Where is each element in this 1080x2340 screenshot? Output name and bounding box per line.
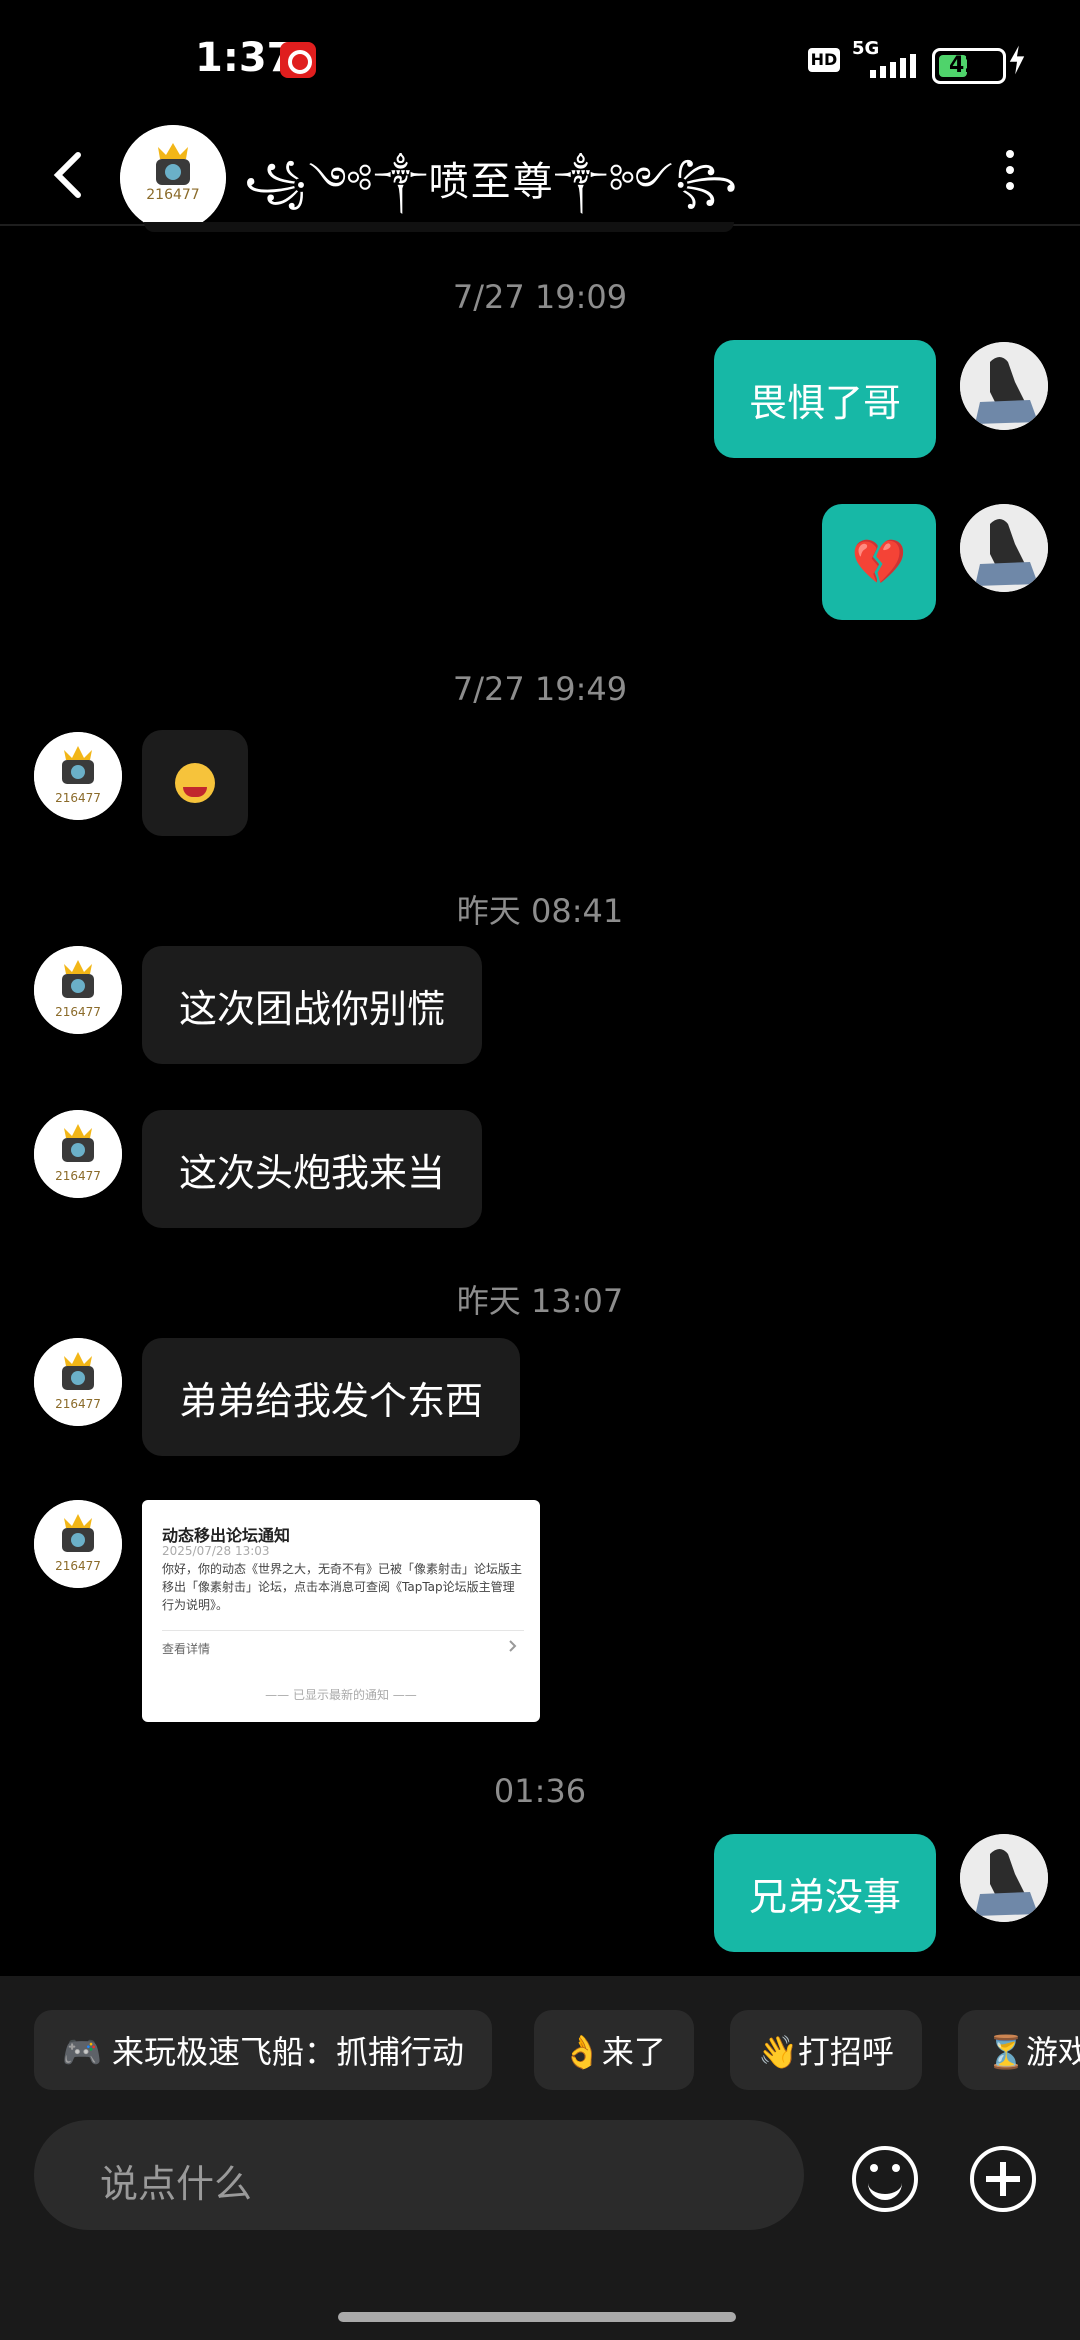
- svg-text:216477: 216477: [55, 1397, 101, 1411]
- timestamp: 7/27 19:09: [452, 278, 628, 316]
- broken-heart-icon: 💔: [851, 537, 907, 588]
- svg-text:216477: 216477: [55, 1559, 101, 1573]
- message-bubble-incoming[interactable]: [142, 730, 248, 836]
- notice-link: 查看详情: [162, 1642, 211, 1656]
- message-bubble-incoming[interactable]: 弟弟给我发个东西: [142, 1338, 520, 1456]
- notice-body: 你好，你的动态《世界之大，无奇不有》已被「像素射击」论坛版主移出「像素射击」论坛…: [162, 1562, 523, 1612]
- notice-footer: —— 已显示最新的通知 ——: [265, 1688, 417, 1702]
- notice-date: 2025/07/28 13:03: [162, 1544, 270, 1558]
- laughing-emoji-icon: [175, 763, 215, 803]
- battery-level: 42: [949, 53, 980, 78]
- quick-reply-chip[interactable]: 👌来了: [534, 2010, 694, 2090]
- timestamp: 昨天 13:07: [456, 1282, 624, 1320]
- contact-avatar[interactable]: 216477: [34, 1110, 122, 1198]
- battery-icon: 42: [932, 48, 1006, 84]
- home-indicator[interactable]: [338, 2312, 736, 2322]
- message-bubble-incoming[interactable]: 这次团战你别慌: [142, 946, 482, 1064]
- previous-message-edge: [144, 222, 734, 232]
- my-avatar[interactable]: [960, 504, 1048, 592]
- message-bubble-outgoing[interactable]: 畏惧了哥: [714, 340, 936, 458]
- more-menu-icon[interactable]: [990, 142, 1030, 202]
- chat-header: 216477 ꧁༺༒喷至尊༒༻꧂: [0, 120, 1080, 231]
- notice-title: 动态移出论坛通知: [162, 1526, 291, 1545]
- emoji-icon[interactable]: [852, 2146, 918, 2212]
- timestamp: 昨天 08:41: [456, 892, 624, 930]
- message-input[interactable]: 说点什么: [34, 2120, 804, 2230]
- quick-reply-chip[interactable]: 🎮 来玩极速飞船：抓捕行动: [34, 2010, 493, 2090]
- my-avatar[interactable]: [960, 342, 1048, 430]
- chat-title: ꧁༺༒喷至尊༒༻꧂: [244, 159, 740, 205]
- svg-text:216477: 216477: [55, 1005, 101, 1019]
- signal-icon: [870, 50, 920, 78]
- divider: [162, 1630, 524, 1631]
- message-bubble-outgoing[interactable]: 兄弟没事: [714, 1834, 936, 1952]
- netease-music-icon: [280, 42, 316, 78]
- input-placeholder: 说点什么: [100, 2162, 253, 2206]
- svg-text:216477: 216477: [55, 1169, 101, 1183]
- contact-avatar[interactable]: 216477: [34, 1500, 122, 1588]
- contact-avatar[interactable]: 216477: [34, 732, 122, 820]
- image-message-notice[interactable]: 动态移出论坛通知 2025/07/28 13:03 你好，你的动态《世界之大，无…: [142, 1500, 540, 1722]
- message-bubble-incoming[interactable]: 这次头炮我来当: [142, 1110, 482, 1228]
- contact-avatar[interactable]: 216477: [34, 1338, 122, 1426]
- add-icon[interactable]: [970, 2146, 1036, 2212]
- timestamp: 01:36: [493, 1772, 587, 1810]
- status-bar: 1:37 HD 5G 42: [0, 0, 1080, 120]
- charging-icon: [1009, 45, 1025, 75]
- chevron-right-icon: [509, 1640, 517, 1652]
- my-avatar[interactable]: [960, 1834, 1048, 1922]
- svg-text:216477: 216477: [55, 791, 101, 805]
- hd-badge: HD: [808, 48, 840, 72]
- avatar-number: 216477: [146, 187, 199, 203]
- quick-reply-chip[interactable]: 👋打招呼: [730, 2010, 922, 2090]
- quick-reply-chip[interactable]: ⏳游戏: [958, 2010, 1080, 2090]
- contact-avatar[interactable]: 216477: [34, 946, 122, 1034]
- contact-avatar[interactable]: 216477: [120, 125, 226, 231]
- timestamp: 7/27 19:49: [452, 670, 628, 708]
- message-bubble-outgoing[interactable]: 💔: [822, 504, 936, 620]
- back-icon[interactable]: [40, 145, 100, 205]
